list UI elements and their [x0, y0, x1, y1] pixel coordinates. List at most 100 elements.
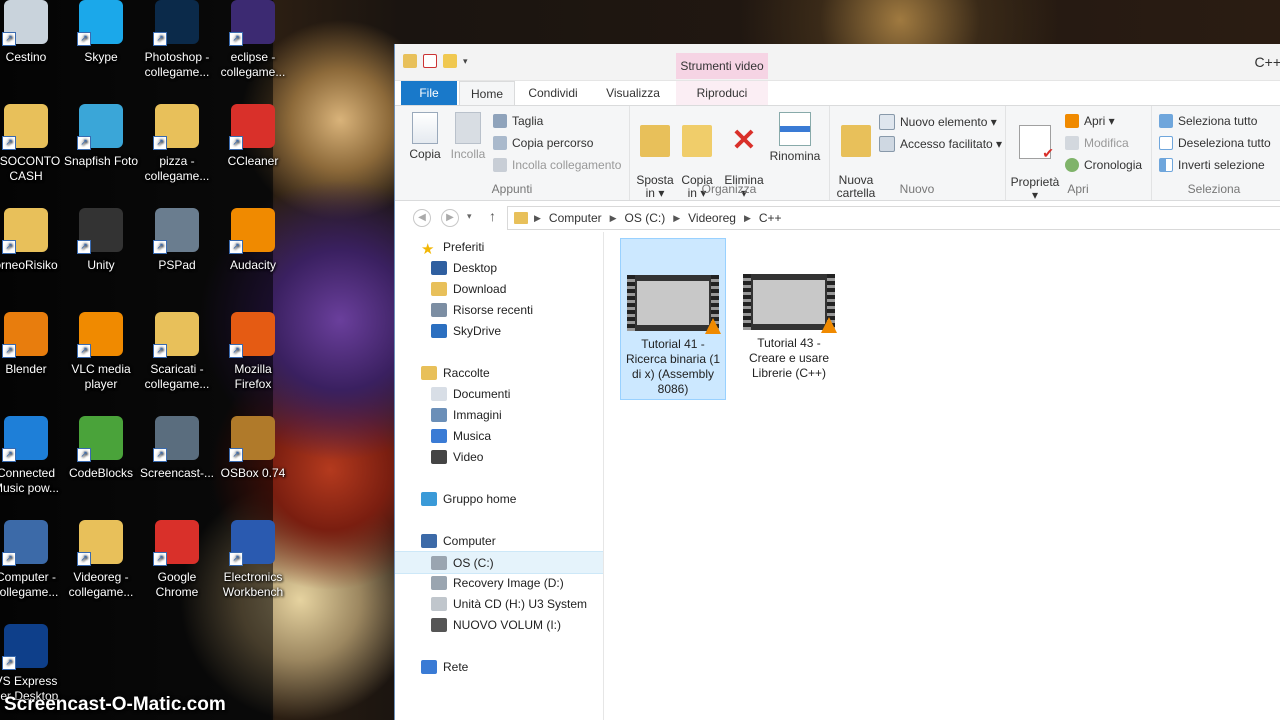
nav-item[interactable]: Gruppo home	[395, 488, 603, 509]
nav-item[interactable]: SkyDrive	[395, 320, 603, 341]
invert-selection-button[interactable]: Inverti selezione	[1159, 158, 1265, 172]
shortcut-arrow-icon: ↗	[77, 136, 91, 150]
nav-item[interactable]: NUOVO VOLUM (I:)	[395, 614, 603, 635]
desktop-shortcut[interactable]: ↗ OSBox 0.74	[215, 412, 291, 481]
nav-item-label: Risorse recenti	[453, 302, 534, 317]
nav-item[interactable]: Musica	[395, 425, 603, 446]
desktop-shortcut[interactable]: ↗ eclipse - collegame...	[215, 0, 291, 80]
forward-button[interactable]: ▶	[441, 209, 459, 227]
shortcut-arrow-icon: ↗	[2, 552, 16, 566]
nav-item[interactable]: Documenti	[395, 383, 603, 404]
desktop-shortcut[interactable]: ↗ VLC media player	[63, 308, 139, 392]
ccleaner-icon: ↗	[229, 104, 275, 150]
tab-visualizza[interactable]: Visualizza	[599, 81, 667, 105]
desktop-shortcut[interactable]: ↗ ESOCONTO CASH	[0, 100, 64, 184]
nav-item[interactable]: Risorse recenti	[395, 299, 603, 320]
copy-path-icon	[493, 136, 507, 150]
desktop-shortcut[interactable]: ↗ Videoreg - collegame...	[63, 516, 139, 600]
desktop-shortcut[interactable]: ↗ Computer - collegame...	[0, 516, 64, 600]
nav-item[interactable]: Desktop	[395, 257, 603, 278]
desktop-shortcut[interactable]: ↗ Skype	[63, 0, 139, 65]
desktop-shortcut[interactable]: ↗ Scaricati - collegame...	[139, 308, 215, 392]
nav-item[interactable]: Recovery Image (D:)	[395, 572, 603, 593]
nav-item-label: Desktop	[453, 260, 498, 275]
nav-item[interactable]: OS (C:)	[395, 551, 603, 574]
desktop-shortcut-label: CCleaner	[227, 154, 279, 168]
tab-home[interactable]: Home	[459, 81, 515, 106]
up-arrow-icon[interactable]: ↑	[489, 208, 496, 224]
new-folder-icon[interactable]	[443, 54, 457, 68]
desktop-shortcut[interactable]: ↗ Cestino	[0, 0, 64, 65]
tab-file[interactable]: File	[401, 81, 457, 105]
tab-riproduci[interactable]: Riproduci	[676, 81, 768, 105]
easy-access-button[interactable]: Accesso facilitato ▾	[879, 136, 1002, 152]
select-all-label: Seleziona tutto	[1178, 114, 1258, 128]
select-all-button[interactable]: Seleziona tutto	[1159, 114, 1257, 128]
breadcrumb[interactable]: ▶ Computer ▶ OS (C:) ▶ Videoreg ▶ C++	[507, 206, 1280, 230]
breadcrumb-item[interactable]: Computer	[549, 211, 602, 225]
audacity-icon: ↗	[229, 208, 275, 254]
desktop-shortcut[interactable]: ↗ orneoRisiko	[0, 204, 64, 273]
edit-label: Modifica	[1084, 136, 1129, 150]
properties-icon[interactable]	[423, 54, 437, 68]
desktop-shortcut[interactable]: ↗ Screencast-...	[139, 412, 215, 481]
desktop-shortcut[interactable]: ↗ CodeBlocks	[63, 412, 139, 481]
desktop-shortcut-label: Unity	[87, 258, 115, 272]
back-button[interactable]: ◀	[413, 209, 431, 227]
customize-toolbar-icon[interactable]: ▾	[463, 56, 468, 67]
breadcrumb-item[interactable]: Videoreg	[688, 211, 736, 225]
breadcrumb-item[interactable]: OS (C:)	[625, 211, 666, 225]
paste-shortcut-button[interactable]: Incolla collegamento	[493, 158, 621, 172]
desktop-shortcut-label: Connected Music pow...	[0, 466, 60, 495]
cut-button[interactable]: Taglia	[493, 114, 543, 128]
nav-item[interactable]: Rete	[395, 656, 603, 677]
nav-item[interactable]: ★ Preferiti	[395, 236, 603, 258]
desktop-shortcut[interactable]: ↗ CCleaner	[215, 100, 291, 169]
desktop-shortcut[interactable]: ↗ Google Chrome	[139, 516, 215, 600]
chevron-right-icon[interactable]: ▶	[744, 213, 751, 224]
file-item[interactable]: Tutorial 43 - Creare e usare Librerie (C…	[737, 238, 841, 383]
desktop-shortcut[interactable]: ↗ Audacity	[215, 204, 291, 273]
nav-item[interactable]: Raccolte	[395, 362, 603, 383]
desktop-shortcut[interactable]: ↗ Snapfish Foto	[63, 100, 139, 169]
tab-condividi[interactable]: Condividi	[521, 81, 585, 105]
chevron-right-icon[interactable]: ▶	[534, 213, 541, 224]
recent-locations-icon[interactable]: ▾	[467, 211, 472, 222]
nav-item[interactable]: Video	[395, 446, 603, 467]
select-none-button[interactable]: Deseleziona tutto	[1159, 136, 1271, 150]
file-item[interactable]: Tutorial 41 - Ricerca binaria (1 di x) (…	[620, 238, 726, 400]
libraries-icon	[421, 365, 437, 380]
edit-button[interactable]: Modifica	[1065, 136, 1129, 150]
copy-button[interactable]: Copia	[405, 112, 445, 161]
shortcut-arrow-icon: ↗	[153, 136, 167, 150]
chevron-right-icon[interactable]: ▶	[673, 213, 680, 224]
desktop-shortcut[interactable]: ↗ Electronics Workbench	[215, 516, 291, 600]
desktop-shortcut[interactable]: ↗ Unity	[63, 204, 139, 273]
desktop-shortcut[interactable]: ↗ Connected Music pow...	[0, 412, 64, 496]
nav-item[interactable]: Computer	[395, 530, 603, 551]
paste-button[interactable]: Incolla	[447, 112, 489, 161]
desktop-shortcut[interactable]: ↗VS Express per Desktop	[0, 620, 64, 704]
breadcrumb-item[interactable]: C++	[759, 211, 782, 225]
desktop-shortcut[interactable]: ↗ Blender	[0, 308, 64, 377]
copy-path-label: Copia percorso	[512, 136, 594, 150]
select-all-icon	[1159, 114, 1173, 128]
open-button[interactable]: Apri ▾	[1065, 114, 1115, 128]
snapfish-icon: ↗	[77, 104, 123, 150]
desktop-shortcut[interactable]: ↗ PSPad	[139, 204, 215, 273]
shortcut-arrow-icon: ↗	[2, 344, 16, 358]
desktop-shortcut[interactable]: ↗ Photoshop - collegame...	[139, 0, 215, 80]
rename-button[interactable]: Rinomina	[767, 112, 823, 163]
visual-studio-icon: ↗	[2, 624, 48, 670]
copy-to-icon	[682, 125, 712, 157]
history-button[interactable]: Cronologia	[1065, 158, 1142, 172]
copy-path-button[interactable]: Copia percorso	[493, 136, 593, 150]
nav-item[interactable]: Download	[395, 278, 603, 299]
desktop-shortcut[interactable]: ↗ pizza - collegame...	[139, 100, 215, 184]
nav-item[interactable]: Immagini	[395, 404, 603, 425]
watermark-text: Screencast-O-Matic.com	[4, 694, 226, 715]
chevron-right-icon[interactable]: ▶	[610, 213, 617, 224]
nav-item[interactable]: Unità CD (H:) U3 System	[395, 593, 603, 614]
new-item-button[interactable]: Nuovo elemento ▾	[879, 114, 997, 130]
desktop-shortcut[interactable]: ↗ Mozilla Firefox	[215, 308, 291, 392]
